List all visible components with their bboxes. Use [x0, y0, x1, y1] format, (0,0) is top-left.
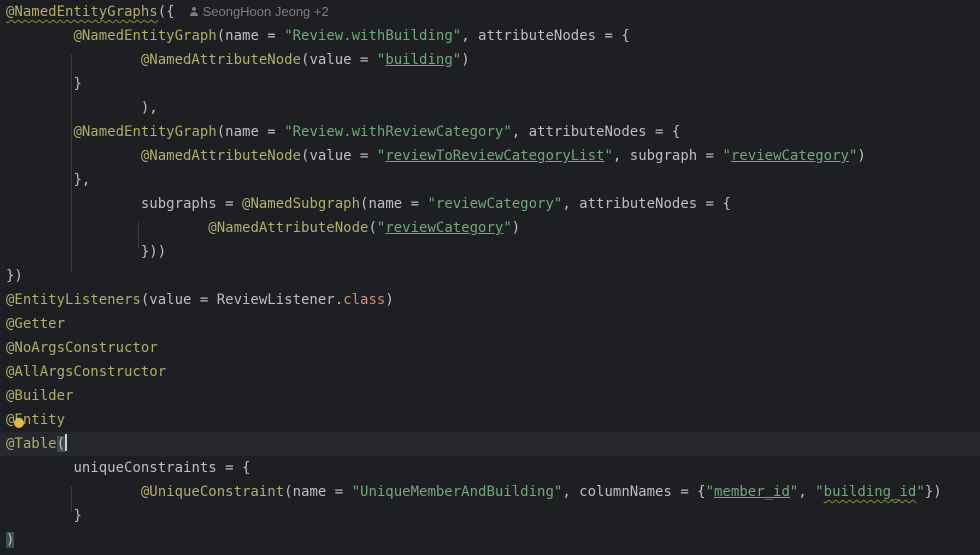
- code-token: (name =: [216, 28, 285, 44]
- annotation-token: @NamedAttributeNode: [140, 52, 302, 68]
- string-token: ": [722, 148, 731, 164]
- reference-link[interactable]: reviewCategory: [731, 148, 849, 164]
- code-token: }: [73, 76, 82, 92]
- code-token: (value = ReviewListener.: [140, 292, 344, 308]
- code-line-8[interactable]: },: [0, 168, 980, 192]
- string-token: "UniqueMemberAndBuilding": [351, 484, 563, 500]
- code-line-15[interactable]: @NoArgsConstructor: [0, 336, 980, 360]
- string-token: ": [452, 52, 462, 68]
- string-token: "Review.withBuilding": [284, 28, 462, 44]
- annotation-token: @EntityListeners: [6, 292, 141, 308]
- code-token: uniqueConstraints = {: [73, 460, 251, 476]
- code-token: ,: [798, 484, 816, 500]
- code-token: , attributeNodes = {: [562, 196, 731, 212]
- code-line-13[interactable]: @EntityListeners(value = ReviewListener.…: [0, 288, 980, 312]
- text-caret: [65, 434, 68, 451]
- code-token: , attributeNodes = {: [511, 124, 681, 140]
- reference-link[interactable]: building_id: [824, 484, 917, 500]
- code-token: },: [73, 172, 91, 188]
- annotation-token: @NamedAttributeNode: [140, 148, 302, 164]
- code-line-6[interactable]: @NamedEntityGraph(name = "Review.withRev…: [0, 120, 980, 144]
- annotation-token: @Table: [6, 436, 57, 452]
- annotation-token: @Getter: [6, 316, 66, 332]
- code-line-11[interactable]: })): [0, 240, 980, 264]
- string-token: ": [503, 220, 512, 236]
- code-line-1[interactable]: @NamedEntityGraphs({ SeongHoon Jeong +2: [0, 0, 980, 24]
- code-token: ({: [157, 4, 175, 20]
- code-line-19[interactable]: @Table(: [0, 432, 980, 456]
- code-line-4[interactable]: }: [0, 72, 980, 96]
- code-line-18[interactable]: @Entity: [0, 408, 980, 432]
- code-token: (name =: [284, 484, 352, 500]
- annotation-token: @NamedEntityGraph: [73, 124, 217, 140]
- code-token: }): [924, 484, 942, 500]
- author-hint[interactable]: SeongHoon Jeong +2: [189, 4, 329, 19]
- code-token: ): [511, 220, 521, 236]
- intention-bulb-icon[interactable]: [14, 418, 24, 428]
- code-token: ): [385, 292, 394, 308]
- code-token: , attributeNodes = {: [461, 28, 630, 44]
- code-token: ),: [140, 100, 158, 116]
- annotation-token: @NamedAttributeNode: [208, 220, 369, 236]
- string-token: ": [604, 148, 613, 164]
- code-line-21[interactable]: @UniqueConstraint(name = "UniqueMemberAn…: [0, 480, 980, 504]
- annotation-token: @NoArgsConstructor: [6, 340, 158, 356]
- annotation-token: @AllArgsConstructor: [6, 364, 167, 380]
- code-line-9[interactable]: subgraphs = @NamedSubgraph(name = "revie…: [0, 192, 980, 216]
- code-line-3[interactable]: @NamedAttributeNode(value = "building"): [0, 48, 980, 72]
- code-token: (name =: [360, 196, 428, 212]
- annotation-token: @NamedEntityGraphs: [6, 4, 158, 20]
- annotation-token: @Builder: [6, 388, 74, 404]
- reference-link[interactable]: reviewCategory: [385, 220, 503, 236]
- code-token: }): [6, 268, 23, 284]
- code-line-5[interactable]: ),: [0, 96, 980, 120]
- person-icon: [189, 7, 199, 17]
- annotation-token: @NamedSubgraph: [242, 196, 361, 212]
- code-token: }: [73, 508, 82, 524]
- string-token: ": [916, 484, 925, 500]
- code-token: (name =: [216, 124, 285, 140]
- code-editor[interactable]: @NamedEntityGraphs({ SeongHoon Jeong +2 @…: [0, 0, 980, 555]
- reference-link[interactable]: reviewToReviewCategoryList: [385, 148, 604, 164]
- annotation-token: @NamedEntityGraph: [73, 28, 217, 44]
- author-hint-text: SeongHoon Jeong +2: [202, 4, 329, 19]
- annotation-token: @UniqueConstraint: [140, 484, 285, 500]
- code-token: (value =: [301, 148, 377, 164]
- code-line-20[interactable]: uniqueConstraints = {: [0, 456, 980, 480]
- code-token: ): [461, 52, 470, 68]
- string-token: ": [815, 484, 824, 500]
- string-token: "Review.withReviewCategory": [284, 124, 512, 140]
- code-token: })): [140, 244, 167, 260]
- code-line-7[interactable]: @NamedAttributeNode(value = "reviewToRev…: [0, 144, 980, 168]
- code-line-22[interactable]: }: [0, 504, 980, 528]
- keyword-token: class: [343, 292, 386, 308]
- code-token: (: [368, 220, 377, 236]
- code-token: subgraphs =: [140, 196, 243, 212]
- matched-bracket: (: [56, 436, 66, 452]
- reference-link[interactable]: building: [385, 52, 452, 68]
- code-line-14[interactable]: @Getter: [0, 312, 980, 336]
- code-token: ): [857, 148, 866, 164]
- code-line-23[interactable]: ): [0, 528, 980, 552]
- code-line-12[interactable]: }): [0, 264, 980, 288]
- code-line-10[interactable]: @NamedAttributeNode("reviewCategory"): [0, 216, 980, 240]
- reference-link[interactable]: member_id: [714, 484, 790, 500]
- code-line-16[interactable]: @AllArgsConstructor: [0, 360, 980, 384]
- string-token: "reviewCategory": [427, 196, 563, 212]
- string-token: ": [705, 484, 715, 500]
- code-line-2[interactable]: @NamedEntityGraph(name = "Review.withBui…: [0, 24, 980, 48]
- matched-bracket: ): [6, 532, 15, 548]
- code-token: , subgraph =: [612, 148, 723, 164]
- code-line-17[interactable]: @Builder: [0, 384, 980, 408]
- code-token: (value =: [301, 52, 377, 68]
- code-token: , columnNames = {: [562, 484, 706, 500]
